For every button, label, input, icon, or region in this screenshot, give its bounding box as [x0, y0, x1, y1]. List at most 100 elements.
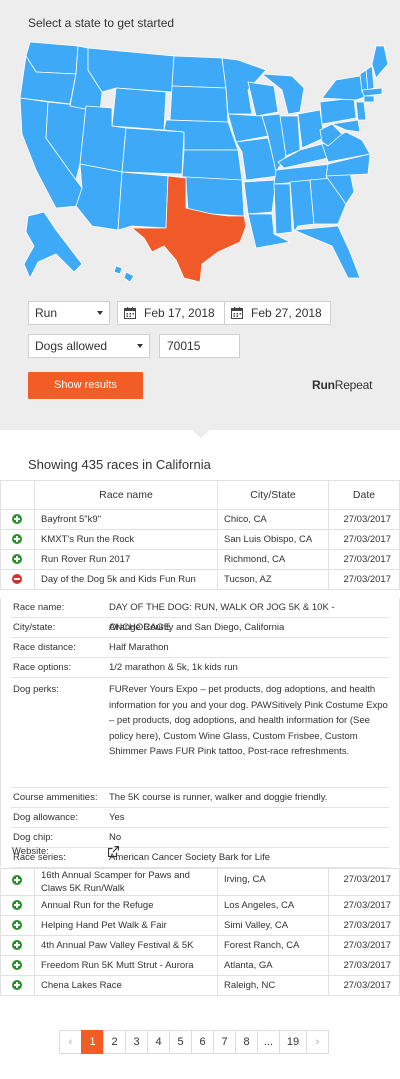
table-row[interactable]: KMXT's Run the Rock San Luis Obispo, CA … — [0, 529, 400, 550]
page-button-5[interactable]: 5 — [169, 1030, 192, 1054]
expand-icon[interactable] — [12, 920, 22, 931]
page-button-3[interactable]: 3 — [125, 1030, 148, 1054]
state-hawaii[interactable] — [113, 265, 135, 283]
state-wyoming[interactable] — [111, 87, 167, 131]
race-city: Raleigh, NC — [217, 975, 329, 996]
table-row[interactable]: Freedom Run 5K Mutt Strut - Aurora Atlan… — [0, 955, 400, 976]
calendar-icon — [231, 307, 243, 319]
external-link-icon[interactable] — [108, 846, 119, 857]
detail-key: Dog chip: — [13, 832, 54, 843]
collapse-icon[interactable] — [12, 574, 22, 585]
date-to-field[interactable]: Feb 27, 2018 — [224, 301, 331, 325]
expand-icon[interactable] — [12, 900, 22, 911]
race-name: Chena Lakes Race — [34, 975, 218, 996]
page-prompt: Select a state to get started — [28, 16, 175, 30]
expand-icon[interactable] — [12, 514, 22, 525]
expand-icon[interactable] — [12, 534, 22, 545]
detail-row: Dog perks: FURever Yours Expo – pet prod… — [11, 682, 389, 788]
state-connecticut[interactable] — [363, 95, 375, 103]
race-name: Annual Run for the Refuge — [34, 895, 218, 916]
race-date: 27/03/2017 — [328, 935, 400, 956]
table-row[interactable]: Bayfront 5"k9" Chico, CA 27/03/2017 — [0, 509, 400, 530]
runrepeat-logo: RunRepeat — [312, 378, 372, 392]
state-arizona[interactable] — [75, 163, 123, 231]
expand-icon[interactable] — [12, 980, 22, 991]
expand-icon[interactable] — [12, 554, 22, 565]
race-date: 27/03/2017 — [328, 509, 400, 530]
zip-input-value: 70015 — [167, 339, 201, 353]
state-arkansas[interactable] — [243, 179, 277, 215]
expand-icon[interactable] — [12, 960, 22, 971]
detail-key: Course ammenities: — [13, 792, 98, 803]
detail-key: Dog allowance: — [13, 812, 78, 823]
race-city: Chico, CA — [217, 509, 329, 530]
race-date: 27/03/2017 — [328, 569, 400, 590]
page-button-8[interactable]: 8 — [235, 1030, 258, 1054]
chevron-down-icon — [97, 311, 103, 315]
state-kansas[interactable] — [181, 149, 243, 181]
table-row[interactable]: Annual Run for the Refuge Los Angeles, C… — [0, 895, 400, 916]
page-button-6[interactable]: 6 — [191, 1030, 214, 1054]
race-name: 4th Annual Paw Valley Festival & 5K — [34, 935, 218, 956]
race-city: Richmond, CA — [217, 549, 329, 570]
table-row[interactable]: Chena Lakes Race Raleigh, NC 27/03/2017 — [0, 975, 400, 996]
table-row[interactable]: 4th Annual Paw Valley Festival & 5K Fore… — [0, 935, 400, 956]
show-results-button[interactable]: Show results — [28, 372, 143, 399]
state-new-jersey[interactable] — [355, 101, 367, 121]
expand-icon[interactable] — [12, 940, 22, 951]
prev-page-button[interactable]: ‹ — [59, 1030, 82, 1054]
race-date: 27/03/2017 — [328, 868, 400, 896]
results-table-continued: 16th Annual Scamper for Paws and Claws 5… — [0, 868, 400, 996]
pagination: ‹ 1 2 3 4 5 6 7 8 ... 19 › — [59, 1030, 329, 1054]
state-pennsylvania[interactable] — [319, 97, 357, 125]
state-montana[interactable] — [87, 47, 175, 93]
detail-key: Race options: — [13, 662, 72, 673]
detail-row: Race series: American Cancer Society Bar… — [11, 848, 389, 868]
state-mississippi[interactable] — [273, 183, 293, 235]
state-new-mexico[interactable] — [117, 171, 169, 231]
table-row-expanded[interactable]: Day of the Dog 5k and Kids Fun Run Tucso… — [0, 569, 400, 590]
logo-part-repeat: Repeat — [334, 378, 373, 392]
race-city: Atlanta, GA — [217, 955, 329, 976]
page-button-2[interactable]: 2 — [103, 1030, 126, 1054]
state-colorado[interactable] — [121, 127, 185, 175]
state-north-dakota[interactable] — [171, 55, 227, 89]
state-south-dakota[interactable] — [169, 85, 229, 123]
race-date: 27/03/2017 — [328, 915, 400, 936]
detail-value: Orange County and San Diego, California — [109, 622, 285, 633]
state-wisconsin[interactable] — [247, 81, 279, 117]
dogs-select[interactable]: Dogs allowed — [28, 334, 150, 358]
header-city-state: City/State — [217, 480, 329, 510]
detail-key-website: Website: — [12, 846, 49, 857]
detail-key: Race name: — [13, 602, 65, 613]
table-row[interactable]: Helping Hand Pet Walk & Fair Simi Valley… — [0, 915, 400, 936]
page-button-4[interactable]: 4 — [147, 1030, 170, 1054]
zip-input[interactable]: 70015 — [159, 334, 240, 358]
race-city: Forest Ranch, CA — [217, 935, 329, 956]
detail-row: Race distance: Half Marathon — [11, 638, 389, 658]
detail-key: Dog perks: — [13, 684, 59, 695]
page-button-19[interactable]: 19 — [279, 1030, 307, 1054]
race-date: 27/03/2017 — [328, 529, 400, 550]
state-alaska[interactable] — [23, 211, 83, 279]
calendar-icon — [124, 307, 136, 319]
panel-pointer — [192, 430, 210, 438]
table-header-row: Race name City/State Date — [0, 480, 400, 510]
expand-icon[interactable] — [12, 875, 22, 886]
page-button-1[interactable]: 1 — [81, 1030, 104, 1054]
state-maine[interactable] — [371, 45, 388, 79]
state-florida[interactable] — [293, 225, 361, 279]
activity-select[interactable]: Run — [28, 301, 110, 325]
detail-key: Race distance: — [13, 642, 76, 653]
table-row[interactable]: 16th Annual Scamper for Paws and Claws 5… — [0, 868, 400, 896]
next-page-button[interactable]: › — [306, 1030, 329, 1054]
table-row[interactable]: Run Rover Run 2017 Richmond, CA 27/03/20… — [0, 549, 400, 570]
page-button-7[interactable]: 7 — [213, 1030, 236, 1054]
race-name: 16th Annual Scamper for Paws and Claws 5… — [34, 868, 218, 896]
date-from-value: Feb 17, 2018 — [144, 306, 215, 320]
state-ohio[interactable] — [297, 109, 325, 149]
us-state-map[interactable] — [16, 40, 388, 284]
results-summary: Showing 435 races in California — [28, 457, 211, 472]
date-from-field[interactable]: Feb 17, 2018 — [117, 301, 225, 325]
search-panel: Select a state to get started Run Feb 17… — [0, 0, 400, 430]
